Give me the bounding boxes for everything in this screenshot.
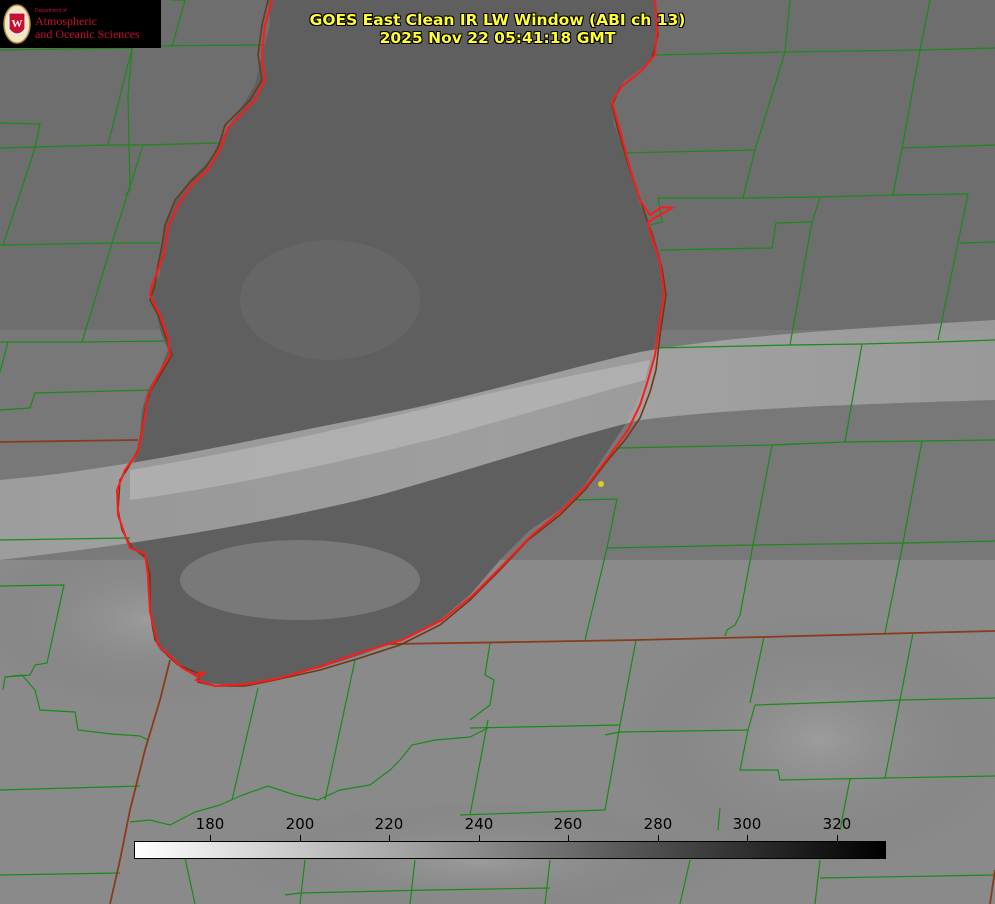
image-title: GOES East Clean IR LW Window (ABI ch 13)… [250, 11, 745, 47]
ir-satellite-map [0, 0, 995, 904]
seal-letter: W [12, 18, 23, 30]
colorbar-tick-label: 220 [374, 815, 404, 833]
colorbar-tick-label: 280 [643, 815, 673, 833]
colorbar-tick-label: 300 [732, 815, 762, 833]
colorbar-tick [747, 835, 748, 841]
colorbar-tick [568, 835, 569, 841]
colorbar-tick [389, 835, 390, 841]
colorbar-tick-label: 240 [464, 815, 494, 833]
colorbar-tick [837, 835, 838, 841]
station-marker [598, 481, 604, 487]
satellite-image-viewer: W Department of Atmospheric and Oceanic … [0, 0, 995, 904]
colorbar-tick-label: 320 [822, 815, 852, 833]
colorbar-tick [210, 835, 211, 841]
title-timestamp: 2025 Nov 22 05:41:18 GMT [379, 29, 616, 47]
colorbar-tick [658, 835, 659, 841]
colorbar-tick-label: 180 [195, 815, 225, 833]
colorbar-tick [300, 835, 301, 841]
colorbar-tick-label: 260 [553, 815, 583, 833]
temperature-colorbar [134, 841, 886, 859]
colorbar-tick-label: 200 [285, 815, 315, 833]
university-crest-icon: W [3, 4, 31, 44]
title-product: GOES East Clean IR LW Window (ABI ch 13) [309, 11, 686, 29]
cloud-texture [240, 240, 420, 360]
uw-aos-logo: W Department of Atmospheric and Oceanic … [0, 0, 161, 48]
colorbar-tick [479, 835, 480, 841]
logo-title-line-2: and Oceanic Sciences [35, 27, 140, 41]
cloud-texture [180, 540, 420, 620]
